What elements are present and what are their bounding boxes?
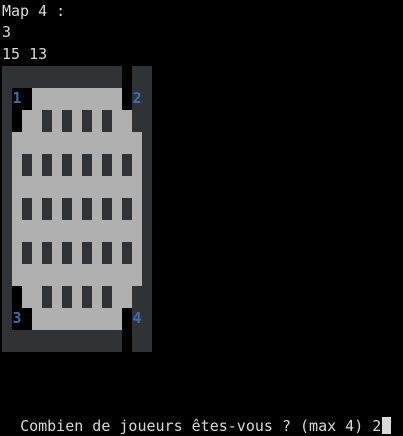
spawn-label-2: 2 (132, 89, 142, 107)
map-pillar (102, 286, 112, 308)
map-pillar (82, 198, 92, 220)
player-count-prompt: Combien de joueurs êtes-vous ? (max 4) 2 (20, 417, 382, 435)
map-notch-left-upper (12, 110, 22, 132)
map-pillar (42, 242, 52, 264)
map-pillar (42, 286, 52, 308)
map-notch-left-lower (12, 286, 22, 308)
map-pillar (62, 286, 72, 308)
terminal-cursor (382, 417, 392, 434)
map-pillar (82, 110, 92, 132)
map-wall-bottom (2, 330, 122, 352)
map-wall-top (2, 66, 122, 88)
map-pillar (62, 154, 72, 176)
spawn-label-1: 1 (12, 89, 22, 107)
terminal-prompt-line[interactable]: Combien de joueurs êtes-vous ? (max 4) 2 (2, 396, 392, 435)
map-pillar (102, 198, 112, 220)
map-pillar (82, 154, 92, 176)
spawn-label-4: 4 (132, 309, 142, 327)
map-pillar (82, 242, 92, 264)
map-pillar (62, 110, 72, 132)
map-pillar (102, 242, 112, 264)
map-wall-left (2, 66, 12, 352)
map-floor-top (32, 88, 122, 110)
map-pillar (102, 110, 112, 132)
map-floor-bottom (32, 308, 122, 330)
map-pillar (122, 242, 132, 264)
map-floor-lower-right (122, 286, 132, 308)
map-pillar (22, 198, 32, 220)
map-pillar (62, 198, 72, 220)
map-pillar (102, 154, 112, 176)
spawn-label-3: 3 (12, 309, 22, 327)
game-map: 1 2 3 4 (0, 0, 403, 425)
map-pillar (62, 242, 72, 264)
map-pillar (122, 154, 132, 176)
map-pillar (122, 198, 132, 220)
map-pillar (22, 154, 32, 176)
map-pillar (22, 242, 32, 264)
map-pillar (82, 286, 92, 308)
map-floor-upper-right (122, 110, 132, 132)
map-pillar (42, 198, 52, 220)
map-pillar (42, 110, 52, 132)
map-pillar (42, 154, 52, 176)
